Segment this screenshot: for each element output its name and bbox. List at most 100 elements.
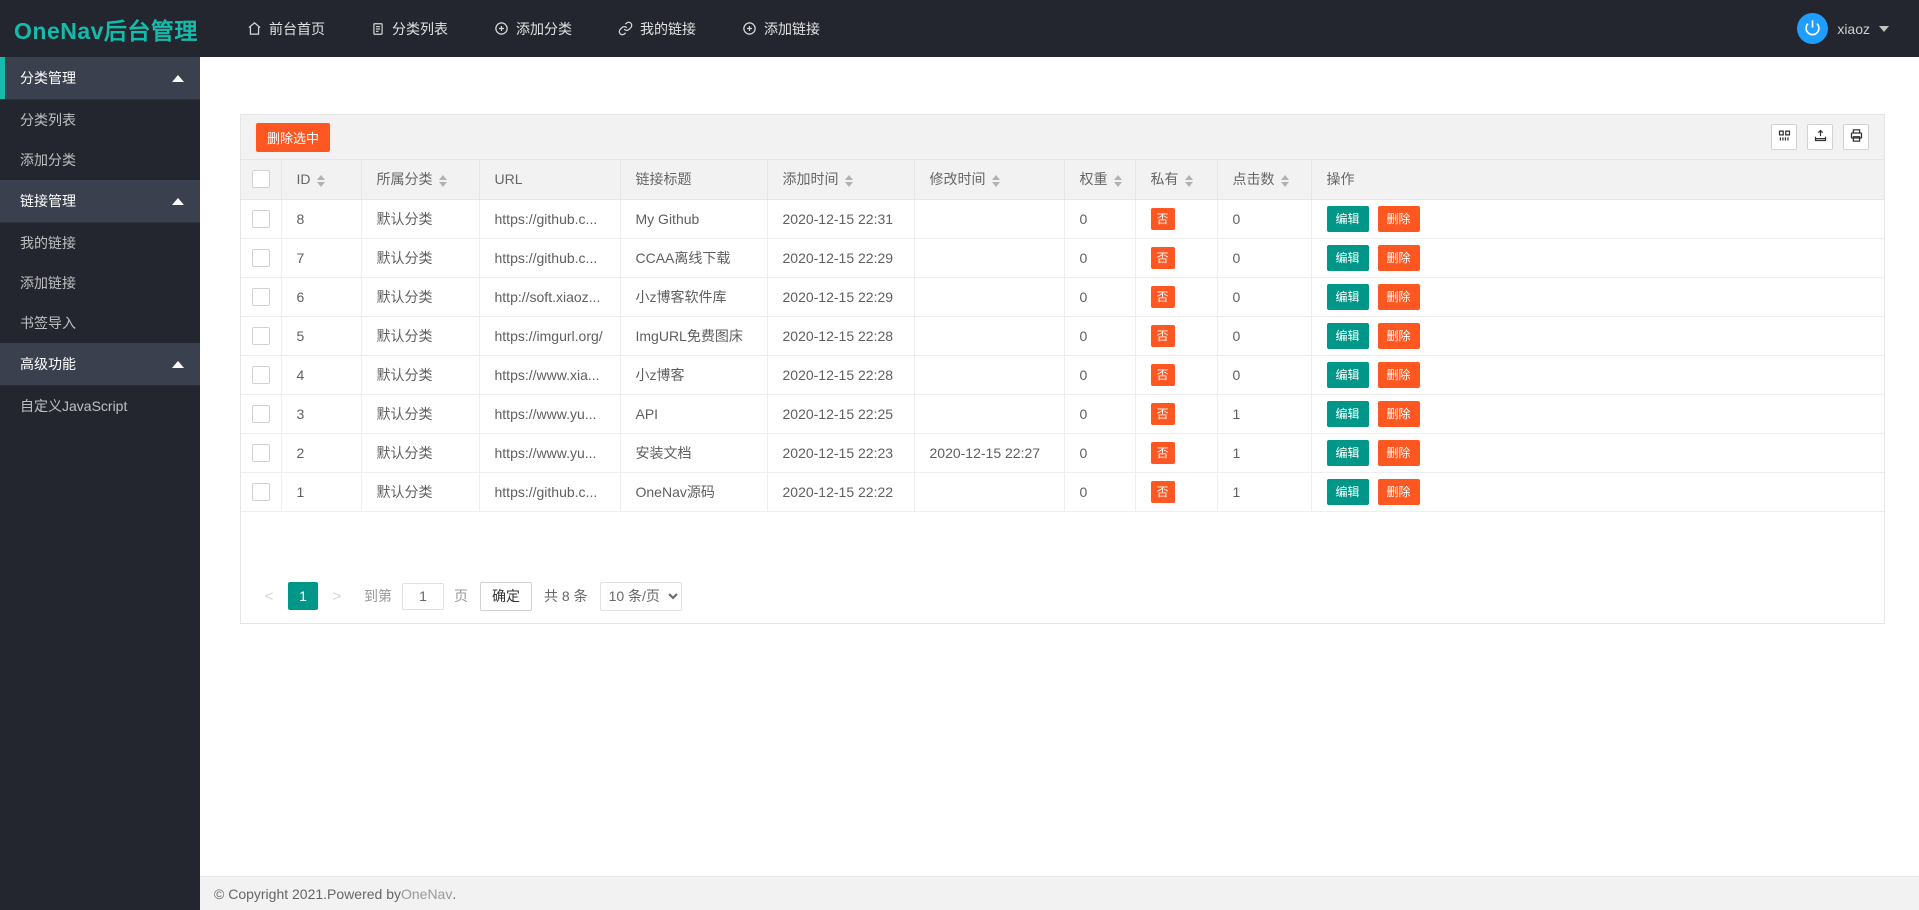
column-header-id[interactable]: ID [281,160,361,199]
table-row: 7默认分类https://github.c...CCAA离线下载2020-12-… [241,238,1884,277]
cell-category: 默认分类 [361,472,479,511]
row-checkbox[interactable] [252,444,270,462]
nav-item-3[interactable]: 添加分类 [471,0,595,57]
column-header-category[interactable]: 所属分类 [361,160,479,199]
edit-button[interactable]: 编辑 [1327,284,1369,310]
select-all-checkbox[interactable] [252,170,270,188]
cell-private: 否 [1135,355,1217,394]
cell-category: 默认分类 [361,394,479,433]
sort-icon[interactable] [1185,175,1193,187]
cell-url: https://imgurl.org/ [479,316,620,355]
row-checkbox[interactable] [252,366,270,384]
delete-button[interactable]: 删除 [1378,401,1420,427]
sidebar-section-3[interactable]: 高级功能 [0,343,200,386]
edit-button[interactable]: 编辑 [1327,401,1369,427]
column-header-weight[interactable]: 权重 [1064,160,1135,199]
edit-button[interactable]: 编辑 [1327,440,1369,466]
sidebar-section-2[interactable]: 链接管理 [0,180,200,223]
table-row: 8默认分类https://github.c...My Github2020-12… [241,199,1884,238]
edit-button[interactable]: 编辑 [1327,206,1369,232]
column-header-add_time[interactable]: 添加时间 [767,160,914,199]
row-checkbox[interactable] [252,288,270,306]
row-checkbox[interactable] [252,327,270,345]
sort-icon[interactable] [1114,175,1122,187]
nav-item-label: 分类列表 [392,19,448,39]
sort-icon[interactable] [1281,175,1289,187]
cell-id: 8 [281,199,361,238]
cell-category: 默认分类 [361,199,479,238]
onenav-footer-link[interactable]: OneNav [401,886,452,902]
delete-selected-button[interactable]: 删除选中 [256,123,330,152]
pagination-next-button[interactable]: > [324,582,350,610]
edit-button[interactable]: 编辑 [1327,323,1369,349]
chevron-left-icon: < [265,588,274,605]
table-row: 1默认分类https://github.c...OneNav源码2020-12-… [241,472,1884,511]
sort-icon[interactable] [439,175,447,187]
top-navbar: OneNav后台管理 前台首页 分类列表 添加分类 我的链接 添加链接 xiaoz [0,0,1919,57]
table-toolbar: 删除选中 [241,115,1884,160]
cell-mod-time [914,277,1064,316]
sidebar-item[interactable]: 添加分类 [0,140,200,180]
goto-page-input[interactable] [402,583,444,610]
table-row: 3默认分类https://www.yu...API2020-12-15 22:2… [241,394,1884,433]
delete-button[interactable]: 删除 [1378,206,1420,232]
copyright-text: © Copyright 2021.Powered by [214,886,401,902]
cell-title: CCAA离线下载 [620,238,767,277]
private-status-badge: 否 [1151,364,1175,386]
cell-weight: 0 [1064,238,1135,277]
nav-item-5[interactable]: 添加链接 [719,0,843,57]
home-icon [247,21,262,36]
column-header-title: 链接标题 [620,160,767,199]
row-checkbox[interactable] [252,210,270,228]
nav-item-label: 我的链接 [640,19,696,39]
top-nav-menu: 前台首页 分类列表 添加分类 我的链接 添加链接 [224,0,843,57]
cell-actions: 编辑删除 [1311,316,1884,355]
pagination-current-page: 1 [288,582,318,610]
cell-id: 4 [281,355,361,394]
nav-item-1[interactable]: 前台首页 [224,0,348,57]
cell-add-time: 2020-12-15 22:23 [767,433,914,472]
delete-button[interactable]: 删除 [1378,362,1420,388]
edit-button[interactable]: 编辑 [1327,362,1369,388]
cell-url: https://www.xia... [479,355,620,394]
edit-button[interactable]: 编辑 [1327,479,1369,505]
nav-item-2[interactable]: 分类列表 [348,0,471,57]
pagination-prev-button[interactable]: < [256,582,282,610]
column-header-mod_time[interactable]: 修改时间 [914,160,1064,199]
sidebar-item[interactable]: 自定义JavaScript [0,386,200,426]
cell-add-time: 2020-12-15 22:22 [767,472,914,511]
app-logo[interactable]: OneNav后台管理 [0,12,200,46]
delete-button[interactable]: 删除 [1378,323,1420,349]
cell-url: http://soft.xiaoz... [479,277,620,316]
row-checkbox-cell [241,277,281,316]
page-size-select[interactable]: 10 条/页 [600,582,682,611]
sort-icon[interactable] [992,175,1000,187]
export-button[interactable] [1807,124,1833,150]
sidebar-item[interactable]: 添加链接 [0,263,200,303]
print-button[interactable] [1843,124,1869,150]
column-header-private[interactable]: 私有 [1135,160,1217,199]
sidebar-section-1[interactable]: 分类管理 [0,57,200,100]
delete-button[interactable]: 删除 [1378,479,1420,505]
delete-button[interactable]: 删除 [1378,245,1420,271]
sidebar-item[interactable]: 我的链接 [0,223,200,263]
row-checkbox[interactable] [252,249,270,267]
sidebar-item[interactable]: 分类列表 [0,100,200,140]
delete-button[interactable]: 删除 [1378,284,1420,310]
column-label: 点击数 [1233,171,1275,187]
delete-button[interactable]: 删除 [1378,440,1420,466]
columns-button[interactable] [1771,124,1797,150]
user-avatar[interactable] [1797,13,1828,44]
user-menu[interactable]: xiaoz [1797,13,1919,44]
row-checkbox[interactable] [252,483,270,501]
sort-icon[interactable] [317,175,325,187]
nav-item-4[interactable]: 我的链接 [595,0,719,57]
total-count-label: 共 8 条 [544,586,588,606]
sort-icon[interactable] [845,175,853,187]
goto-confirm-button[interactable]: 确定 [480,582,532,611]
row-checkbox[interactable] [252,405,270,423]
column-header-clicks[interactable]: 点击数 [1217,160,1311,199]
edit-button[interactable]: 编辑 [1327,245,1369,271]
sidebar-item[interactable]: 书签导入 [0,303,200,343]
column-header-checkbox [241,160,281,199]
